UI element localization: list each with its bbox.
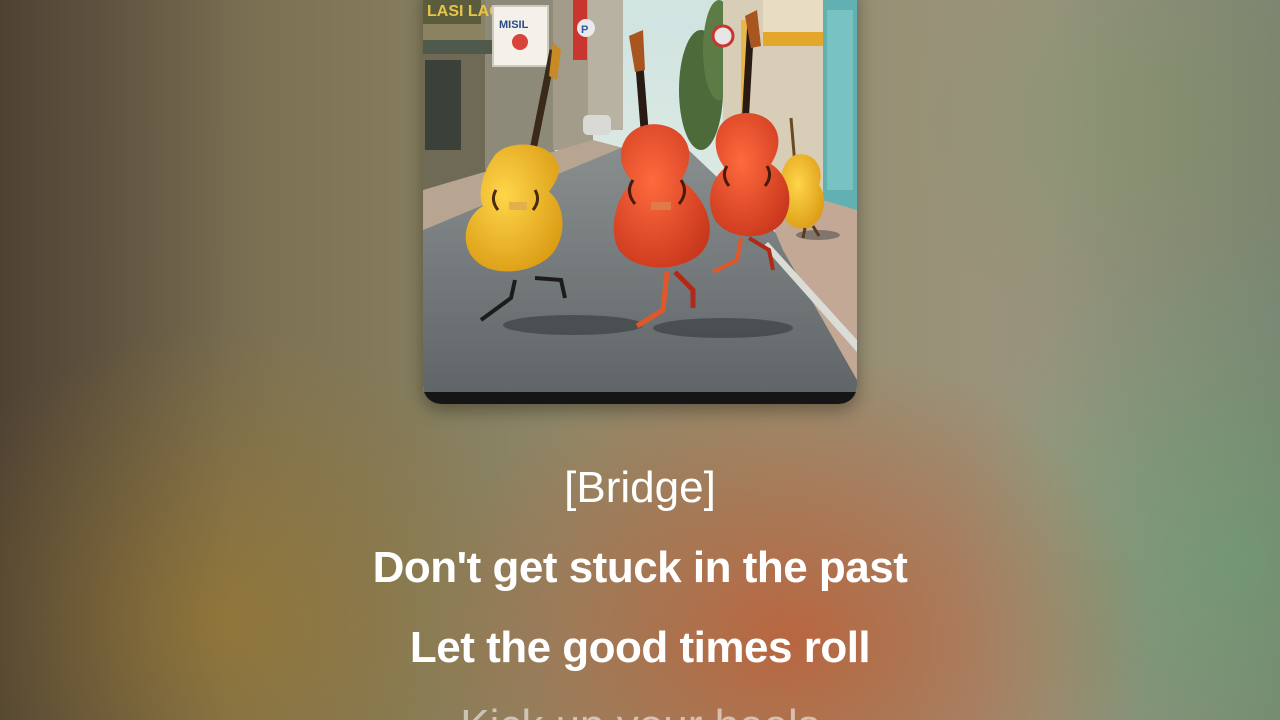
lyric-line-current: Don't get stuck in the past [372,543,908,592]
lyric-line-next: Let the good times roll [409,623,871,672]
shop-sign-text: LASI LAO [427,3,502,20]
album-artwork: LASI LAO MISIL P [423,0,857,404]
lyrics-section-label: [Bridge] [564,463,716,512]
lyric-line-upcoming: Kick up your heels [0,700,1280,720]
round-sign-text: P [581,24,588,36]
poster-sign-text: MISIL [499,19,529,31]
